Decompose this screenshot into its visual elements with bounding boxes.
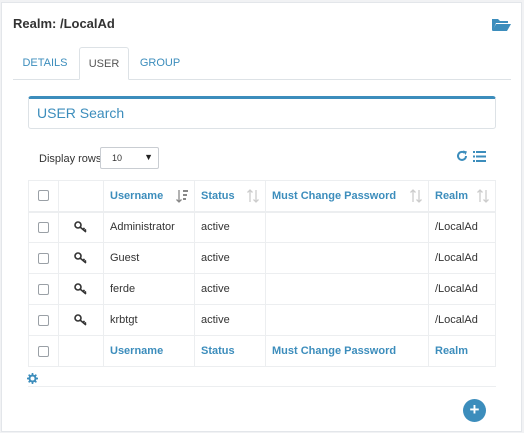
row-checkbox[interactable] [38, 314, 49, 326]
username-cell: Guest [103, 242, 195, 274]
username-cell: Administrator [103, 211, 195, 243]
sort-icon[interactable] [477, 189, 489, 203]
realm-cell: /LocalAd [428, 304, 496, 336]
row-checkbox[interactable] [38, 283, 49, 295]
row-select-cell [28, 273, 59, 305]
status-cell: active [194, 211, 266, 243]
column-header-username[interactable]: Username [103, 180, 195, 213]
caret-down-icon: ▼ [144, 152, 153, 162]
table-footer-row: Username Status Must Change Password Rea… [28, 335, 496, 367]
tab-user[interactable]: USER [79, 47, 129, 80]
list-icon[interactable] [473, 151, 486, 162]
row-action-cell [58, 211, 104, 243]
folder-open-icon[interactable] [491, 16, 511, 32]
column-header-must-change-password[interactable]: Must Change Password [265, 180, 429, 213]
icon-column-header [58, 180, 104, 213]
row-action-cell [58, 304, 104, 336]
add-user-button[interactable]: + [463, 399, 486, 422]
user-table: Username Status Must Change Password Rea… [28, 180, 496, 367]
column-header-status[interactable]: Status [194, 180, 266, 213]
tab-details[interactable]: DETAILS [13, 47, 77, 80]
sort-icon[interactable] [247, 189, 259, 203]
table-row[interactable]: Guest active /LocalAd [28, 242, 496, 274]
select-all-checkbox[interactable] [38, 190, 49, 202]
realm-cell: /LocalAd [428, 242, 496, 274]
table-row[interactable]: Administrator active /LocalAd [28, 211, 496, 243]
footer-select-cell [28, 335, 59, 367]
row-action-cell [58, 242, 104, 274]
column-label: Must Change Password [272, 189, 397, 202]
footer-select-checkbox[interactable] [38, 345, 49, 357]
must-change-password-cell [265, 304, 429, 336]
plus-icon: + [469, 400, 480, 419]
column-label: Username [110, 189, 164, 202]
status-cell: active [194, 273, 266, 305]
page-title: Realm: /LocalAd [13, 16, 115, 31]
column-header-realm[interactable]: Realm [428, 180, 496, 213]
display-rows-label: Display rows [39, 153, 102, 165]
footer-icon-cell [58, 335, 104, 367]
tab-bar: DETAILS USER GROUP [13, 47, 511, 80]
column-label: Realm [435, 189, 469, 202]
must-change-password-cell [265, 211, 429, 243]
display-rows-select[interactable]: 10 ▼ [100, 147, 159, 169]
table-header-row: Username Status Must Change Password Rea… [28, 180, 496, 213]
select-all-cell [28, 180, 59, 213]
key-icon[interactable] [74, 221, 88, 233]
footer-label-status: Status [194, 335, 266, 367]
key-icon[interactable] [74, 314, 88, 326]
user-search-box: USER Search [28, 96, 496, 129]
status-cell: active [194, 242, 266, 274]
footer-label-username: Username [103, 335, 195, 367]
gear-icon[interactable] [27, 373, 38, 384]
display-rows-value: 10 [112, 153, 123, 163]
key-icon[interactable] [74, 283, 88, 295]
table-row[interactable]: krbtgt active /LocalAd [28, 304, 496, 336]
row-checkbox[interactable] [38, 221, 49, 233]
realm-cell: /LocalAd [428, 273, 496, 305]
sort-icon[interactable] [410, 189, 422, 203]
footer-label-realm: Realm [428, 335, 496, 367]
row-select-cell [28, 211, 59, 243]
key-icon[interactable] [74, 252, 88, 264]
sort-desc-icon[interactable] [176, 189, 188, 203]
row-action-cell [58, 273, 104, 305]
must-change-password-cell [265, 242, 429, 274]
divider [28, 386, 496, 387]
row-checkbox[interactable] [38, 252, 49, 264]
tab-group[interactable]: GROUP [135, 47, 185, 80]
username-cell: krbtgt [103, 304, 195, 336]
footer-label-must-change-password: Must Change Password [265, 335, 429, 367]
status-cell: active [194, 304, 266, 336]
refresh-icon[interactable] [456, 150, 468, 162]
search-title: USER Search [37, 105, 125, 121]
row-select-cell [28, 304, 59, 336]
must-change-password-cell [265, 273, 429, 305]
table-row[interactable]: ferde active /LocalAd [28, 273, 496, 305]
column-label: Status [201, 189, 235, 202]
username-cell: ferde [103, 273, 195, 305]
row-select-cell [28, 242, 59, 274]
realm-cell: /LocalAd [428, 211, 496, 243]
